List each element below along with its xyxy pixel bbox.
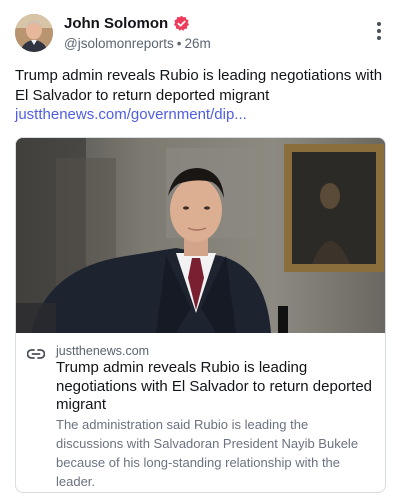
author-name-row: John Solomon — [64, 15, 190, 32]
post-time[interactable]: 26m — [184, 36, 210, 51]
card-domain: justthenews.com — [56, 344, 150, 358]
card-info: justthenews.com Trump admin reveals Rubi… — [16, 333, 385, 492]
link-preview-card[interactable]: justthenews.com Trump admin reveals Rubi… — [15, 137, 386, 493]
author-name[interactable]: John Solomon — [64, 15, 168, 32]
card-description: The administration said Rubio is leading… — [56, 417, 359, 489]
link-icon — [26, 347, 46, 359]
card-image — [16, 138, 385, 333]
post-header: John Solomon @jsolomonreports • 26m — [15, 14, 387, 54]
post-meta: @jsolomonreports • 26m — [64, 36, 211, 51]
more-options-icon[interactable] — [373, 22, 385, 44]
post-link[interactable]: justthenews.com/government/dip... — [15, 105, 247, 125]
post-text: Trump admin reveals Rubio is leading neg… — [15, 67, 383, 104]
author-handle[interactable]: @jsolomonreports — [64, 36, 174, 51]
social-post: John Solomon @jsolomonreports • 26m Trump … — [0, 0, 401, 500]
meta-separator: • — [176, 36, 182, 51]
verified-badge-icon — [173, 15, 190, 32]
card-title[interactable]: Trump admin reveals Rubio is leading neg… — [56, 359, 378, 415]
author-avatar[interactable] — [15, 14, 53, 52]
